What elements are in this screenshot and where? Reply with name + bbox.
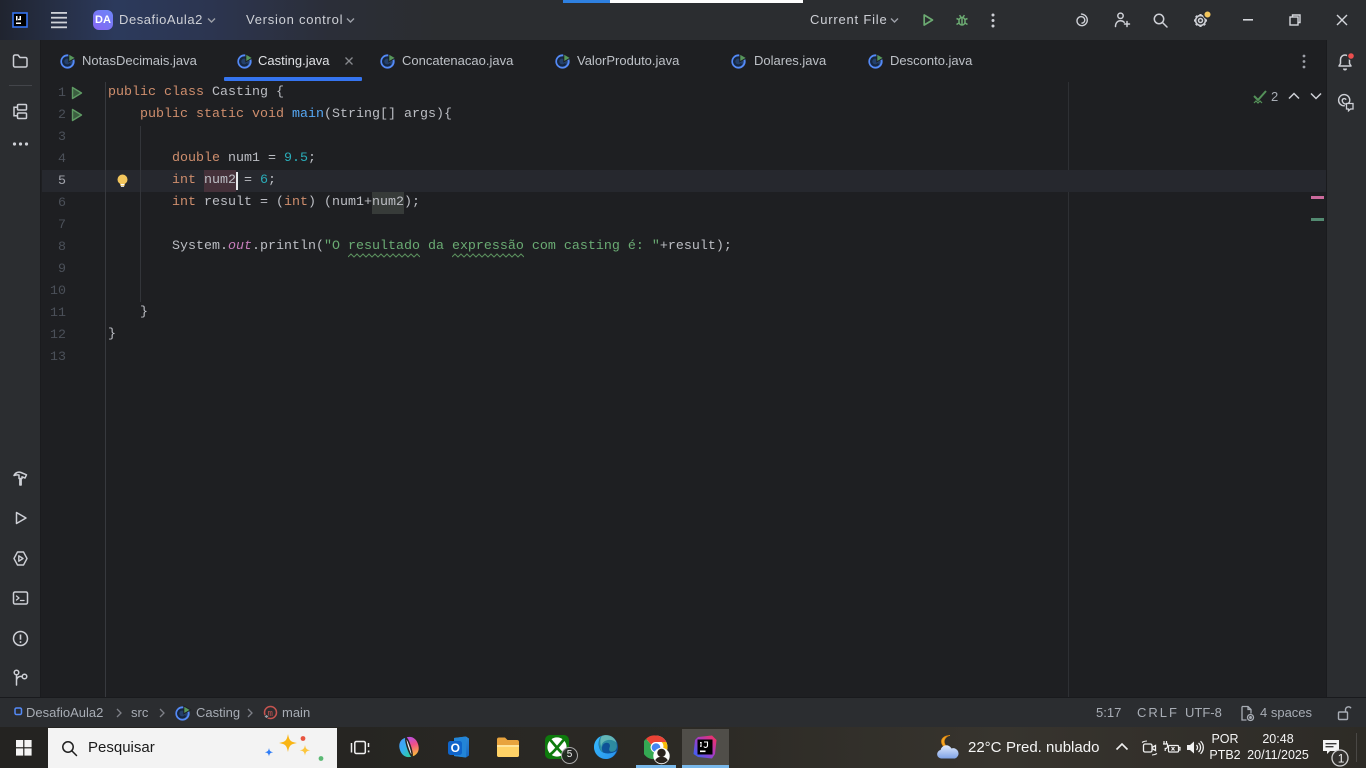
svg-text:O: O — [451, 741, 460, 755]
svg-text:1: 1 — [1338, 752, 1345, 766]
